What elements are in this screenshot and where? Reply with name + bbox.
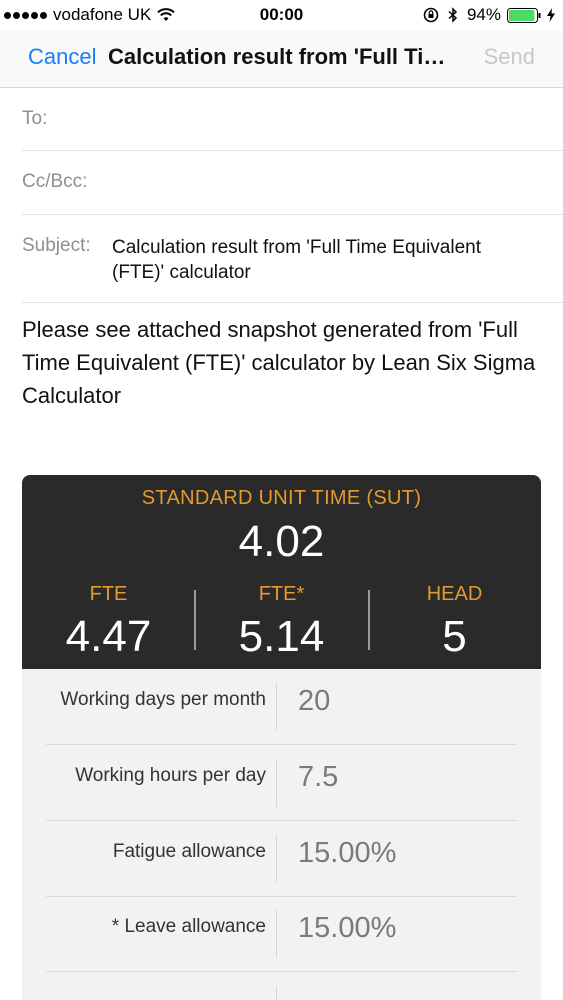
- param-separator: [276, 910, 277, 958]
- param-row-fatigue: Fatigue allowance 15.00%: [22, 821, 541, 897]
- send-button[interactable]: Send: [484, 44, 535, 70]
- results-panel: STANDARD UNIT TIME (SUT) 4.02 FTE 4.47 F…: [22, 475, 541, 669]
- cancel-button[interactable]: Cancel: [28, 44, 96, 70]
- param-label: Working days per month: [60, 689, 266, 710]
- battery-icon: [507, 7, 541, 23]
- metric-value: 5.14: [238, 612, 325, 661]
- param-value: 7.5: [298, 761, 339, 793]
- bluetooth-icon: [448, 7, 458, 23]
- param-separator: [276, 759, 277, 807]
- metric-label: FTE: [89, 583, 128, 605]
- metric-label: FTE*: [258, 583, 305, 605]
- snapshot-attachment: STANDARD UNIT TIME (SUT) 4.02 FTE 4.47 F…: [22, 475, 541, 1000]
- battery-percent: 94%: [466, 5, 501, 24]
- sut-value: 4.02: [238, 517, 325, 566]
- cc-bcc-label: Cc/Bcc:: [22, 171, 88, 192]
- metric-value: 4.47: [65, 612, 152, 661]
- param-label: Working hours per day: [75, 765, 266, 786]
- subject-value[interactable]: Calculation result from 'Full Time Equiv…: [112, 235, 532, 285]
- rotation-lock-icon: [423, 7, 439, 23]
- param-value: 20: [298, 685, 331, 717]
- param-label: Fatigue allowance: [112, 841, 266, 862]
- status-bar: vodafone UK 00:00 94%: [0, 0, 563, 30]
- nav-title: Calculation result from 'Full Time Equiv…: [108, 44, 454, 69]
- param-value: 15.00%: [298, 837, 397, 869]
- nav-bar: Cancel Calculation result from 'Full Tim…: [0, 30, 563, 88]
- message-body[interactable]: Please see attached snapshot generated f…: [22, 313, 547, 412]
- param-value: 15.00%: [298, 912, 397, 944]
- param-row-working-days: Working days per month 20: [22, 669, 541, 745]
- charging-icon: [547, 8, 555, 22]
- metric-fte: FTE 4.47: [22, 583, 195, 662]
- sut-label: STANDARD UNIT TIME (SUT): [141, 487, 422, 509]
- param-separator: [276, 835, 277, 883]
- status-right: 94%: [423, 5, 555, 25]
- metric-label: HEAD: [426, 583, 483, 605]
- param-label: * Leave allowance: [111, 916, 266, 937]
- param-row-working-hours: Working hours per day 7.5: [22, 745, 541, 821]
- param-separator: [276, 986, 277, 1000]
- cc-bcc-field[interactable]: Cc/Bcc:: [22, 151, 563, 215]
- param-row-cut-off: [22, 972, 541, 1000]
- subject-field[interactable]: Subject: Calculation result from 'Full T…: [22, 215, 563, 303]
- metric-value: 5: [442, 612, 467, 661]
- param-separator: [276, 683, 277, 731]
- to-label: To:: [22, 108, 48, 129]
- to-field[interactable]: To:: [22, 88, 563, 151]
- subject-label: Subject:: [22, 235, 91, 256]
- metric-head: HEAD 5: [368, 583, 541, 662]
- param-row-leave: * Leave allowance 15.00%: [22, 896, 541, 972]
- metric-fte-star: FTE* 5.14: [195, 583, 368, 662]
